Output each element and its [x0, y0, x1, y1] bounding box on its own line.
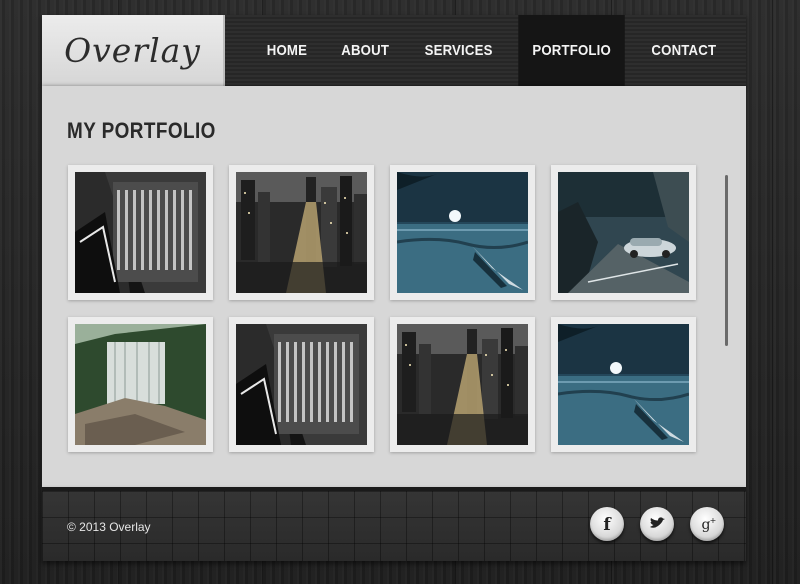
site-logo[interactable]: Overlay [42, 31, 223, 70]
portfolio-thumbnail[interactable] [229, 317, 374, 452]
portfolio-thumbnail[interactable] [551, 165, 696, 300]
google-plus-button[interactable]: g + [690, 507, 724, 541]
waterfall-image [75, 324, 206, 445]
portfolio-thumbnail[interactable] [68, 165, 213, 300]
background-seam [772, 0, 773, 584]
site-header: Overlay HOME ABOUT SERVICES PORTFOLIO CO… [42, 15, 746, 86]
moonlit-lake-image [397, 172, 528, 293]
nav-home[interactable]: HOME [254, 15, 319, 86]
nav-about[interactable]: ABOUT [329, 15, 401, 86]
portfolio-thumbnail[interactable] [229, 165, 374, 300]
nav-contact[interactable]: CONTACT [639, 15, 728, 86]
copyright-text: © 2013 Overlay [67, 520, 151, 534]
sports-car-image [558, 172, 689, 293]
svg-text:+: + [710, 516, 717, 525]
facebook-button[interactable]: f [590, 507, 624, 541]
portfolio-thumbnail[interactable] [390, 165, 535, 300]
nav-services[interactable]: SERVICES [412, 15, 505, 86]
nav-portfolio[interactable]: PORTFOLIO [518, 15, 626, 86]
twitter-icon [650, 517, 665, 528]
portfolio-thumbnail[interactable] [68, 317, 213, 452]
moonlit-lake-image [558, 324, 689, 445]
content-panel: MY PORTFOLIO [42, 86, 746, 487]
portfolio-thumbnail[interactable] [390, 317, 535, 452]
city-buildings-image [75, 172, 206, 293]
logo-box[interactable]: Overlay [42, 15, 225, 86]
google-plus-icon: g + [702, 516, 717, 533]
main-nav: HOME ABOUT SERVICES PORTFOLIO CONTACT [250, 15, 734, 86]
twitter-button[interactable] [640, 507, 674, 541]
site-footer: © 2013 Overlay f g + [42, 487, 746, 561]
portfolio-thumbnail[interactable] [551, 317, 696, 452]
city-buildings-image [236, 324, 367, 445]
city-night-image [236, 172, 367, 293]
page-title: MY PORTFOLIO [67, 118, 216, 143]
gallery-scrollbar[interactable] [725, 175, 728, 346]
facebook-icon: f [603, 515, 612, 534]
svg-text:f: f [603, 515, 612, 534]
city-night-image [397, 324, 528, 445]
